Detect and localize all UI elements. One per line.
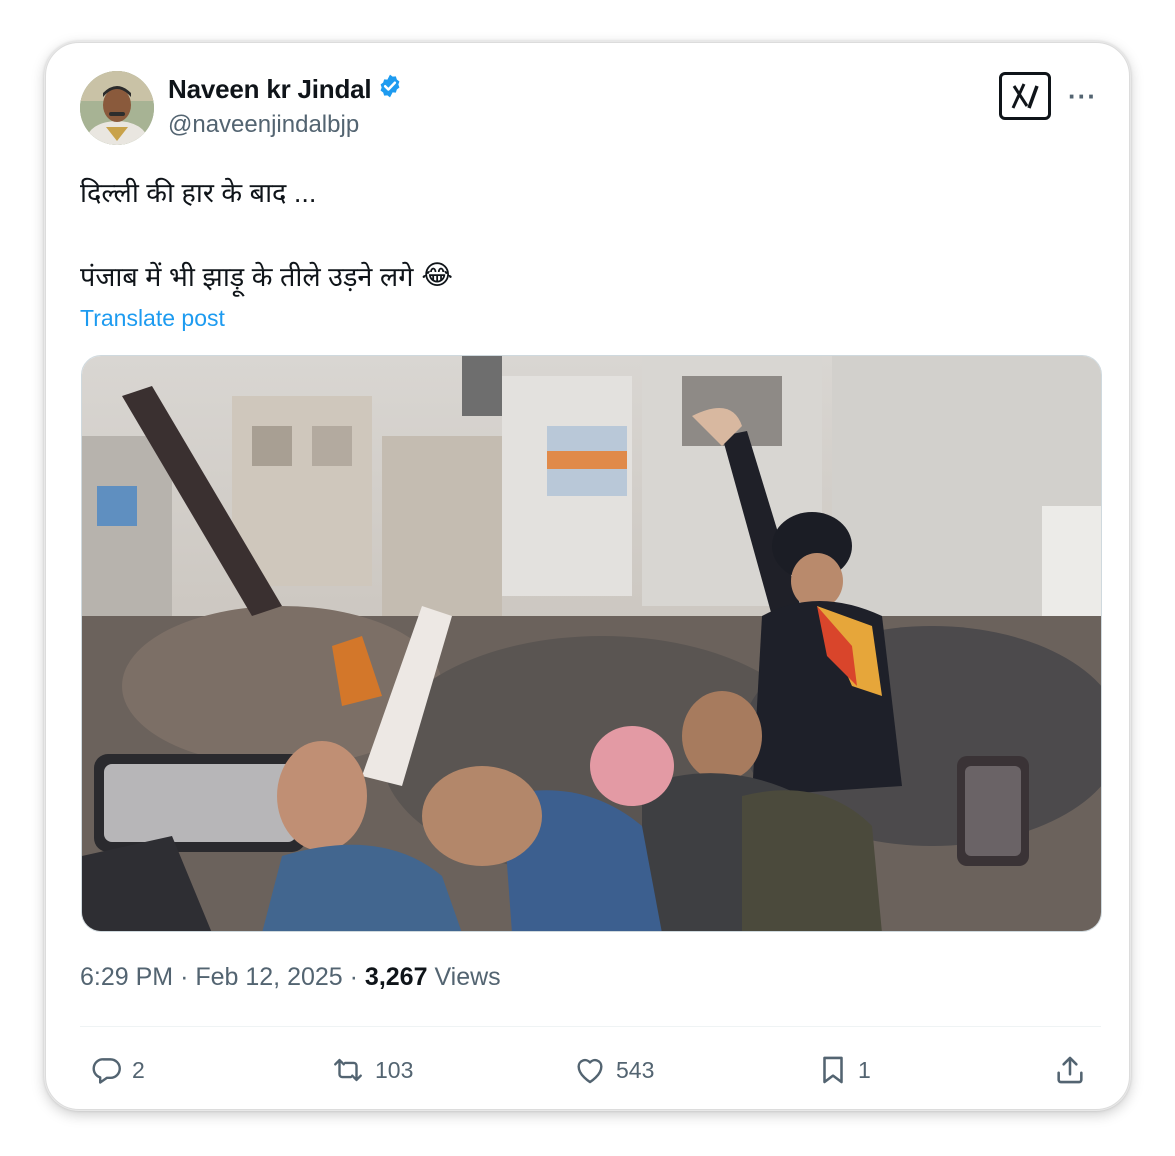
translate-post-link[interactable]: Translate post (80, 305, 225, 332)
repost-count: 103 (375, 1056, 414, 1083)
divider (80, 1026, 1101, 1027)
reply-icon (90, 1053, 124, 1087)
grok-x-icon[interactable] (999, 72, 1051, 120)
reply-button[interactable]: 2 (90, 1048, 145, 1092)
post-text-line-2-text: पंजाब में भी झाड़ू के तीले उड़ने लगे (80, 262, 414, 292)
author-name-text[interactable]: Naveen kr Jindal (168, 74, 372, 105)
views-count: 3,267 (364, 963, 428, 991)
tweet-card: Naveen kr Jindal @naveenjindalbjp ··· दि… (45, 42, 1130, 1110)
post-time[interactable]: 6:29 PM (80, 963, 173, 991)
bookmark-icon (816, 1053, 850, 1087)
post-text-line-2: पंजाब में भी झाड़ू के तीले उड़ने लगे 😂 (80, 257, 453, 294)
meta-separator: · (349, 963, 358, 991)
post-text-line-1: दिल्ली की हार के बाद ... (80, 178, 317, 208)
author-name[interactable]: Naveen kr Jindal (168, 73, 403, 106)
laughing-emoji: 😂 (421, 260, 453, 290)
like-count: 543 (616, 1056, 655, 1083)
meta-separator: · (180, 963, 189, 991)
like-icon (572, 1053, 608, 1087)
action-bar: 2 103 543 1 (46, 1048, 1129, 1092)
avatar[interactable] (80, 71, 154, 145)
share-button[interactable] (1053, 1048, 1087, 1092)
bookmark-count: 1 (858, 1056, 871, 1083)
post-video[interactable] (81, 355, 1102, 932)
bookmark-button[interactable]: 1 (816, 1048, 871, 1092)
share-icon (1053, 1053, 1087, 1087)
views-label: Views (434, 963, 501, 991)
more-icon[interactable]: ··· (1068, 81, 1097, 112)
reply-count: 2 (132, 1056, 145, 1083)
post-date[interactable]: Feb 12, 2025 (195, 963, 342, 991)
like-button[interactable]: 543 (572, 1048, 654, 1092)
verified-badge-icon (377, 73, 403, 106)
repost-button[interactable]: 103 (329, 1048, 413, 1092)
author-handle[interactable]: @naveenjindalbjp (168, 111, 359, 139)
repost-icon (329, 1053, 367, 1087)
post-meta: 6:29 PM · Feb 12, 2025 · 3,267 Views (80, 963, 501, 992)
